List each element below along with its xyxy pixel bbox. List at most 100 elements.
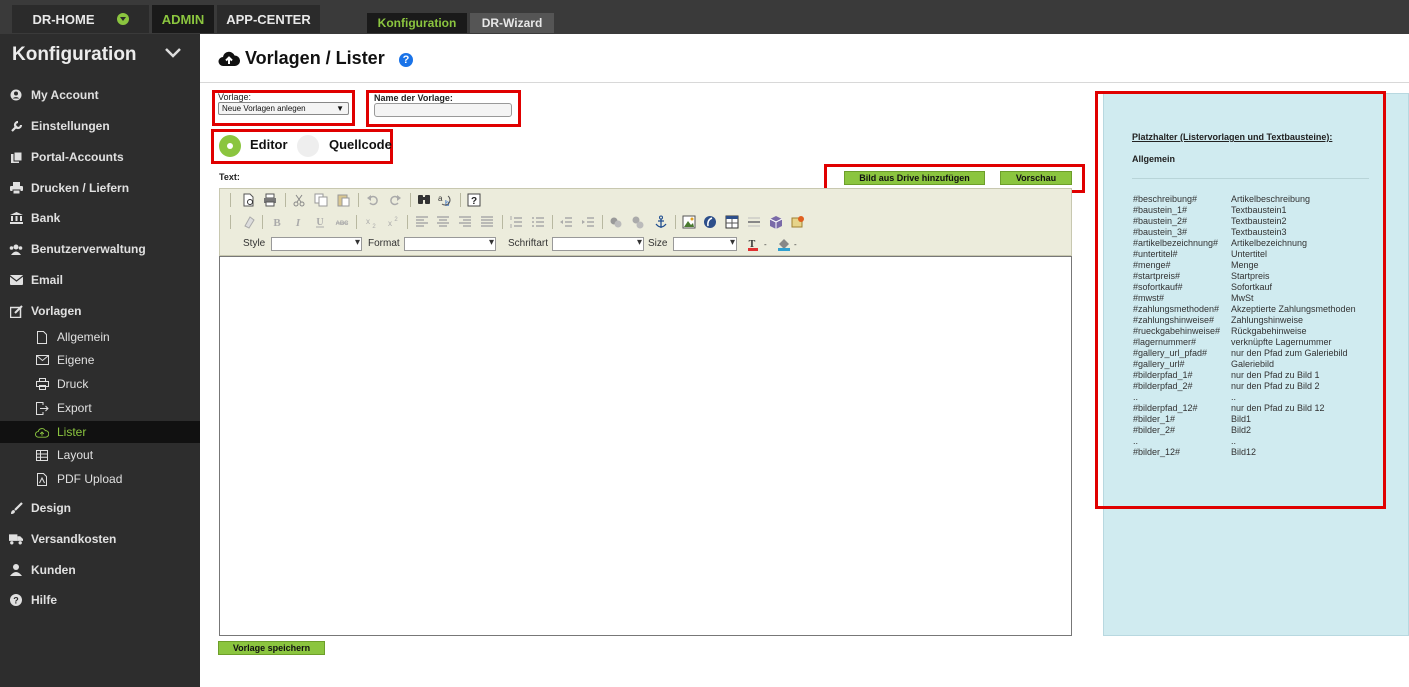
unlink-icon[interactable] bbox=[631, 215, 645, 229]
horizontal-rule-icon[interactable] bbox=[747, 215, 761, 229]
add-image-from-drive-button[interactable]: Bild aus Drive hinzufügen bbox=[844, 171, 985, 185]
truck-icon bbox=[9, 532, 23, 546]
tab-app-center[interactable]: APP-CENTER bbox=[217, 5, 320, 33]
placeholder-description: Artikelbezeichnung bbox=[1231, 238, 1308, 248]
preview-icon[interactable] bbox=[242, 193, 256, 207]
vorlage-select[interactable]: Neue Vorlagen anlegen ▼ bbox=[218, 102, 349, 115]
edit-icon bbox=[9, 304, 23, 318]
undo-icon[interactable] bbox=[366, 193, 380, 207]
editor-radio[interactable] bbox=[219, 135, 241, 157]
format-label: Format bbox=[368, 238, 400, 249]
subtab-konfiguration[interactable]: Konfiguration bbox=[367, 13, 467, 33]
placeholder-description: Bild2 bbox=[1231, 425, 1252, 435]
copy-icon[interactable] bbox=[314, 193, 328, 207]
placeholder-section-title: Allgemein bbox=[1132, 154, 1176, 164]
dropdown-toggle-icon[interactable] bbox=[116, 13, 129, 25]
smiley-icon[interactable] bbox=[769, 215, 783, 229]
envelope-icon bbox=[9, 273, 23, 287]
outdent-icon[interactable] bbox=[559, 215, 573, 229]
name-field[interactable] bbox=[374, 103, 512, 117]
sidebar-subitem-layout[interactable]: Layout bbox=[0, 444, 200, 466]
replace-icon[interactable]: ab bbox=[438, 193, 452, 207]
chevron-down-icon[interactable] bbox=[165, 48, 181, 58]
align-justify-icon[interactable] bbox=[480, 215, 494, 229]
remove-format-icon[interactable] bbox=[242, 215, 256, 229]
align-center-icon[interactable] bbox=[436, 215, 450, 229]
style-select[interactable] bbox=[271, 237, 362, 251]
numbered-list-icon[interactable] bbox=[509, 215, 523, 229]
tab-dr-home[interactable]: DR-HOME bbox=[12, 5, 149, 33]
sidebar-item-design[interactable]: Design bbox=[0, 496, 200, 520]
format-select[interactable] bbox=[404, 237, 496, 251]
sidebar-item-versandkosten[interactable]: Versandkosten bbox=[0, 527, 200, 551]
name-label: Name der Vorlage: bbox=[374, 93, 453, 103]
text-editor-area[interactable] bbox=[219, 256, 1072, 636]
strikethrough-icon[interactable]: ABC bbox=[335, 215, 350, 229]
subscript-icon[interactable]: x2 bbox=[363, 215, 377, 229]
sidebar-item-hilfe[interactable]: ? Hilfe bbox=[0, 588, 200, 612]
background-color-icon[interactable]: - bbox=[777, 237, 801, 251]
sidebar-subitem-allgemein[interactable]: Allgemein bbox=[0, 326, 200, 348]
paste-icon[interactable] bbox=[336, 193, 350, 207]
select-arrow-icon: ▼ bbox=[336, 104, 344, 113]
sidebar-subitem-pdf-upload[interactable]: PDF Upload bbox=[0, 468, 200, 490]
svg-text:ABC: ABC bbox=[336, 221, 350, 227]
superscript-icon[interactable]: x2 bbox=[385, 215, 399, 229]
placeholder-description: Untertitel bbox=[1231, 249, 1268, 259]
tab-admin-label: ADMIN bbox=[161, 11, 205, 27]
align-right-icon[interactable] bbox=[458, 215, 472, 229]
sidebar-item-portal-accounts[interactable]: Portal-Accounts bbox=[0, 145, 200, 169]
sidebar-item-email[interactable]: Email bbox=[0, 268, 200, 292]
underline-icon[interactable]: U bbox=[313, 215, 327, 229]
sidebar-subitem-lister[interactable]: Lister bbox=[0, 421, 200, 443]
sidebar-subitem-eigene[interactable]: Eigene bbox=[0, 349, 200, 371]
flash-icon[interactable] bbox=[703, 215, 717, 229]
bullet-list-icon[interactable] bbox=[531, 215, 545, 229]
placeholder-description: MwSt bbox=[1231, 293, 1254, 303]
align-left-icon[interactable] bbox=[415, 215, 429, 229]
tab-admin[interactable]: ADMIN bbox=[152, 5, 214, 33]
subtab-dr-wizard[interactable]: DR-Wizard bbox=[470, 13, 554, 33]
placeholder-key: #bilder_12# bbox=[1133, 447, 1181, 457]
top-navigation-bar: DR-HOME ADMIN APP-CENTER Konfiguration D… bbox=[0, 0, 1409, 34]
tab-app-center-label: APP-CENTER bbox=[226, 11, 311, 27]
sidebar-item-my-account[interactable]: My Account bbox=[0, 83, 200, 107]
save-template-button[interactable]: Vorlage speichern bbox=[218, 641, 325, 655]
find-icon[interactable] bbox=[417, 193, 431, 207]
link-icon[interactable] bbox=[609, 215, 623, 229]
anchor-icon[interactable] bbox=[654, 215, 668, 229]
sidebar-subitem-druck[interactable]: Druck bbox=[0, 373, 200, 395]
sidebar-item-vorlagen[interactable]: Vorlagen bbox=[0, 299, 200, 323]
redo-icon[interactable] bbox=[388, 193, 402, 207]
sidebar-item-benutzerverwaltung[interactable]: Benutzerverwaltung bbox=[0, 237, 200, 261]
table-icon[interactable] bbox=[725, 215, 739, 229]
question-icon: ? bbox=[9, 593, 23, 607]
special-char-icon[interactable] bbox=[791, 215, 805, 229]
help-icon[interactable]: ? bbox=[399, 53, 413, 67]
about-icon[interactable]: ? bbox=[467, 193, 481, 207]
font-select[interactable] bbox=[552, 237, 644, 251]
placeholder-key: #bilder_2# bbox=[1133, 425, 1176, 435]
text-label: Text: bbox=[219, 172, 240, 182]
preview-button[interactable]: Vorschau bbox=[1000, 171, 1072, 185]
text-color-icon[interactable]: T- bbox=[747, 237, 769, 251]
bold-icon[interactable]: B bbox=[270, 215, 284, 229]
placeholder-key: #untertitel# bbox=[1133, 249, 1178, 259]
cut-icon[interactable] bbox=[292, 193, 306, 207]
sidebar-item-kunden[interactable]: Kunden bbox=[0, 558, 200, 582]
sidebar-item-label: Bank bbox=[31, 211, 61, 225]
sidebar-subitem-export[interactable]: Export bbox=[0, 397, 200, 419]
quellcode-radio[interactable] bbox=[297, 135, 319, 157]
toolbar-separator bbox=[230, 193, 231, 207]
size-select[interactable] bbox=[673, 237, 737, 251]
indent-icon[interactable] bbox=[581, 215, 595, 229]
vorlage-select-value: Neue Vorlagen anlegen bbox=[222, 104, 306, 113]
sidebar-subitem-label: PDF Upload bbox=[57, 472, 123, 486]
sidebar-item-bank[interactable]: Bank bbox=[0, 206, 200, 230]
image-icon[interactable] bbox=[682, 215, 696, 229]
sidebar-item-einstellungen[interactable]: Einstellungen bbox=[0, 114, 200, 138]
print-icon[interactable] bbox=[263, 193, 277, 207]
italic-icon[interactable]: I bbox=[291, 215, 305, 229]
sidebar-item-drucken-liefern[interactable]: Drucken / Liefern bbox=[0, 176, 200, 200]
svg-text:U: U bbox=[316, 217, 323, 228]
